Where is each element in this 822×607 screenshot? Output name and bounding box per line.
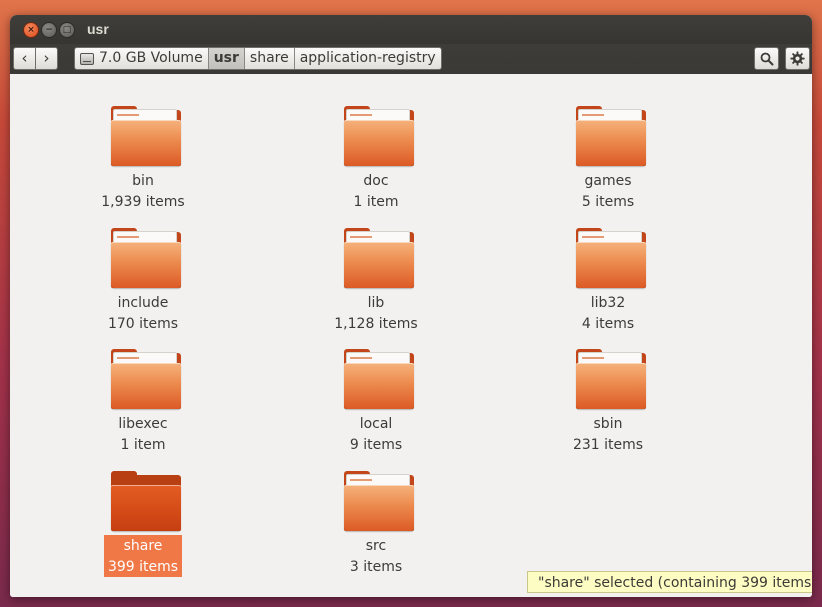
breadcrumb-application-registry[interactable]: application-registry bbox=[294, 48, 441, 69]
folder-name: src bbox=[365, 538, 387, 554]
folder-name: games bbox=[584, 173, 632, 189]
folder-count: 5 items bbox=[581, 194, 635, 210]
breadcrumb-label: application-registry bbox=[299, 50, 436, 66]
folder-name: lib32 bbox=[590, 295, 626, 311]
folder-icon bbox=[111, 471, 181, 531]
folder-item-local[interactable]: local 9 items bbox=[311, 333, 441, 453]
folder-item-doc[interactable]: doc 1 item bbox=[311, 90, 441, 210]
forward-button[interactable]: › bbox=[35, 47, 58, 70]
file-view: bin 1,939 items doc 1 item games 5 items… bbox=[10, 74, 812, 597]
breadcrumb-share[interactable]: share bbox=[244, 48, 295, 69]
back-button[interactable]: ‹ bbox=[13, 47, 36, 70]
search-icon bbox=[760, 52, 773, 66]
folder-icon bbox=[111, 228, 181, 288]
file-manager-window: × − □ usr ‹ › 7.0 GB Volume usr share ap… bbox=[10, 15, 812, 597]
breadcrumb-volume[interactable]: 7.0 GB Volume bbox=[75, 48, 209, 69]
folder-item-src[interactable]: src 3 items bbox=[311, 455, 441, 575]
maximize-window-button[interactable]: □ bbox=[59, 22, 75, 38]
toolbar: ‹ › 7.0 GB Volume usr share application-… bbox=[10, 44, 812, 74]
folder-count: 9 items bbox=[349, 437, 403, 453]
folder-count: 399 items bbox=[107, 559, 179, 575]
folder-icon bbox=[344, 228, 414, 288]
folder-item-games[interactable]: games 5 items bbox=[543, 90, 673, 210]
folder-count: 4 items bbox=[581, 316, 635, 332]
breadcrumb-label: share bbox=[249, 50, 289, 66]
folder-name: share bbox=[123, 538, 163, 554]
folder-item-lib32[interactable]: lib32 4 items bbox=[543, 212, 673, 332]
folder-item-sbin[interactable]: sbin 231 items bbox=[543, 333, 673, 453]
settings-button[interactable] bbox=[785, 47, 810, 70]
folder-name: bin bbox=[132, 173, 154, 189]
folder-icon bbox=[111, 349, 181, 409]
folder-name: include bbox=[117, 295, 169, 311]
folder-icon bbox=[111, 106, 181, 166]
folder-icon bbox=[344, 349, 414, 409]
folder-name: lib bbox=[367, 295, 385, 311]
gear-icon bbox=[790, 51, 805, 66]
breadcrumb-label: usr bbox=[213, 50, 239, 66]
folder-icon bbox=[344, 471, 414, 531]
folder-item-lib[interactable]: lib 1,128 items bbox=[311, 212, 441, 332]
folder-icon bbox=[576, 349, 646, 409]
minimize-window-button[interactable]: − bbox=[41, 22, 57, 38]
folder-item-include[interactable]: include 170 items bbox=[78, 212, 208, 332]
breadcrumb-usr[interactable]: usr bbox=[208, 48, 245, 69]
close-window-button[interactable]: × bbox=[23, 22, 39, 38]
folder-count: 170 items bbox=[107, 316, 179, 332]
folder-count: 1,939 items bbox=[101, 194, 185, 210]
folder-icon bbox=[576, 106, 646, 166]
folder-name: sbin bbox=[593, 416, 623, 432]
folder-count: 1 item bbox=[120, 437, 166, 453]
search-button[interactable] bbox=[754, 47, 779, 70]
folder-icon bbox=[344, 106, 414, 166]
folder-icon bbox=[576, 228, 646, 288]
folder-name: libexec bbox=[118, 416, 168, 432]
folder-count: 3 items bbox=[349, 559, 403, 575]
folder-count: 1 item bbox=[353, 194, 399, 210]
drive-icon bbox=[80, 52, 94, 65]
folder-name: doc bbox=[363, 173, 389, 189]
folder-name: local bbox=[359, 416, 393, 432]
folder-item-bin[interactable]: bin 1,939 items bbox=[78, 90, 208, 210]
folder-item-libexec[interactable]: libexec 1 item bbox=[78, 333, 208, 453]
title-bar: × − □ usr bbox=[10, 15, 812, 44]
window-title: usr bbox=[87, 21, 109, 37]
folder-item-share[interactable]: share 399 items bbox=[78, 455, 208, 577]
status-bar: "share" selected (containing 399 items) bbox=[527, 571, 812, 593]
breadcrumb-label: 7.0 GB Volume bbox=[99, 50, 203, 66]
folder-count: 1,128 items bbox=[334, 316, 418, 332]
breadcrumb: 7.0 GB Volume usr share application-regi… bbox=[74, 47, 442, 70]
folder-count: 231 items bbox=[572, 437, 644, 453]
